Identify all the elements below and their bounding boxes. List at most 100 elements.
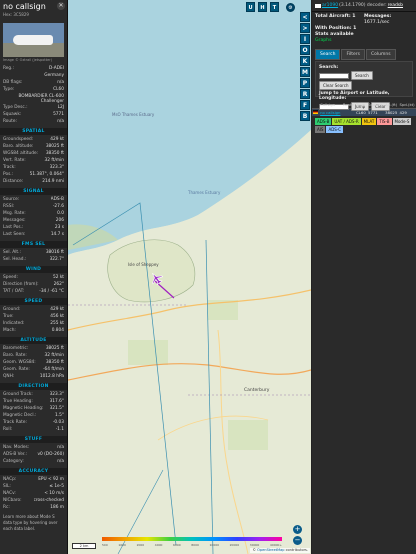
search-button[interactable]: Search [351, 71, 373, 80]
column-header[interactable]: Spd.(kt) [398, 101, 416, 109]
field-value: 5771 [53, 112, 64, 117]
source-legend-item: ADS-C [326, 126, 344, 133]
side-button-9[interactable]: B [300, 111, 310, 121]
map-view[interactable]: MsO Thames Estuary Isle of Sheppey Thame… [68, 0, 311, 554]
section-header-altitude[interactable]: ALTITUDE [0, 337, 67, 344]
info-row: Geom. Rate: -64 ft/min [0, 366, 67, 373]
source-legend-item: UAT / ADS-R [332, 118, 361, 125]
legend-tick: 500 [102, 543, 108, 547]
info-row: Pos.: 51.387°, 0.064° [0, 171, 67, 178]
field-label: Route: [3, 119, 17, 124]
cell-callsign[interactable]: no callsign [319, 108, 342, 116]
info-value: v0 (DO-260) [37, 452, 64, 457]
info-label: Baro. Rate: [3, 353, 27, 358]
aircraft-photo[interactable] [3, 23, 64, 57]
info-row: Nav. Modes: n/a [0, 444, 67, 451]
info-row: Category: n/a [0, 458, 67, 465]
info-label: Nav. Modes: [3, 445, 30, 450]
table-row[interactable]: no callsign CL60 5771 38025 429 [312, 108, 416, 116]
info-row: TAT / OAT: -34 / -61 °C [0, 288, 67, 295]
info-row: Msg. Rate: 0.0 [0, 210, 67, 217]
info-value: 51.387°, 0.064° [29, 172, 64, 177]
sidebar-tabs: Search Filters Columns [312, 48, 416, 61]
info-label: Geom. Rate: [3, 367, 30, 372]
info-value: < 10 m/s [44, 491, 64, 496]
legend-tick: 10000 [209, 543, 220, 547]
section-header-stuff[interactable]: STUFF [0, 436, 67, 443]
section-header-spatial[interactable]: SPATIAL [0, 128, 67, 135]
info-label: Ground: [3, 307, 21, 312]
section-header-direction[interactable]: DIRECTION [0, 383, 67, 390]
info-value: 262° [53, 282, 64, 287]
table-body: no callsign CL60 5771 38025 429 [312, 108, 416, 116]
search-input[interactable] [319, 72, 349, 79]
map-label-thames: Thames Estuary [188, 190, 221, 195]
right-sidebar: ar1090 (3.14.1790) decoder: readsb Total… [312, 0, 416, 554]
map-button-t[interactable]: T [270, 2, 279, 12]
info-value: 38025 ft [45, 346, 64, 351]
side-button-4[interactable]: K [300, 56, 310, 66]
section-header-accuracy[interactable]: ACCURACY [0, 468, 67, 475]
field-value: D-ADEI [49, 66, 64, 71]
info-value: 1012.8 hPa [39, 374, 64, 379]
field-value: n/a [57, 80, 64, 85]
tab-filters[interactable]: Filters [341, 49, 365, 60]
side-button-2[interactable]: I [300, 34, 310, 44]
map-button-u[interactable]: U [246, 2, 255, 12]
field-value: L2J [57, 105, 64, 110]
aircraft-field-row: BOMBARDIER CL-600 Challenger [0, 93, 67, 104]
side-button-column: < > I O K M P R F B [298, 12, 312, 122]
info-row: Last Seen: 14.7 s [0, 231, 67, 238]
search-panel: Search: Search Clear Search Jump to Airp… [315, 61, 413, 111]
info-label: Track Rate: [3, 420, 27, 425]
source-legend-item: TIS-B [377, 118, 392, 125]
side-button-0[interactable]: < [300, 12, 310, 22]
info-row: NACv: < 10 m/s [0, 490, 67, 497]
section-header-speed[interactable]: SPEED [0, 298, 67, 305]
info-label: True: [3, 314, 14, 319]
info-row: Indicated: 255 kt [0, 320, 67, 327]
side-button-7[interactable]: R [300, 89, 310, 99]
decoder-link[interactable]: ar1090 [322, 3, 338, 8]
side-button-5[interactable]: M [300, 67, 310, 77]
field-label: Squawk: [3, 112, 22, 117]
info-label: Sel. Alt.: [3, 250, 21, 255]
zoom-out-button[interactable]: − [293, 536, 302, 545]
cell-spd: 429 [398, 108, 416, 116]
section-header-signal[interactable]: SIGNAL [0, 188, 67, 195]
info-label: Roll: [3, 427, 13, 432]
info-row: Magnetic Decl.: 1.5° [0, 412, 67, 419]
aircraft-sections: SPATIAL Groundspeed: 429 kt Baro. altitude:… [0, 128, 67, 511]
info-value: -27.6 [52, 204, 64, 209]
info-label: Track: [3, 165, 16, 170]
info-label: Sel. Head.: [3, 257, 27, 262]
tab-search[interactable]: Search [315, 49, 341, 60]
section-header-wind[interactable]: WIND [0, 266, 67, 273]
source-legend-item: MLAT [361, 118, 377, 125]
tab-columns[interactable]: Columns [365, 49, 396, 60]
side-button-1[interactable]: > [300, 23, 310, 33]
info-row: Groundspeed: 429 kt [0, 136, 67, 143]
info-value: 14.7 s [50, 232, 64, 237]
info-row: Source: ADS-B [0, 196, 67, 203]
map-canvas[interactable] [68, 0, 311, 554]
info-label: RSSI: [3, 204, 15, 209]
legend-tick: 4000 [154, 543, 163, 547]
settings-gear-icon[interactable]: ⚙ [286, 3, 295, 12]
flag-cell [312, 108, 320, 116]
side-button-6[interactable]: P [300, 78, 310, 88]
clear-search-button[interactable]: Clear Search [319, 81, 353, 90]
zoom-in-button[interactable]: + [293, 525, 302, 534]
section-header-fms-sel[interactable]: FMS SEL [0, 241, 67, 248]
info-row: RSSI: -27.6 [0, 203, 67, 210]
graphs-link[interactable]: Graphs [315, 38, 413, 44]
openstreetmap-link[interactable]: OpenStreetMap [257, 548, 284, 552]
map-button-h[interactable]: H [258, 2, 267, 12]
side-button-3[interactable]: O [300, 45, 310, 55]
close-icon[interactable]: ✕ [57, 2, 65, 10]
aircraft-field-row: Type: CL60 [0, 86, 67, 93]
readsb-link[interactable]: readsb [388, 3, 403, 8]
info-row: Geom. WGS84: 38350 ft [0, 359, 67, 366]
photo-credit: Image © Oztrail (jetspotter) [3, 58, 53, 62]
side-button-8[interactable]: F [300, 100, 310, 110]
